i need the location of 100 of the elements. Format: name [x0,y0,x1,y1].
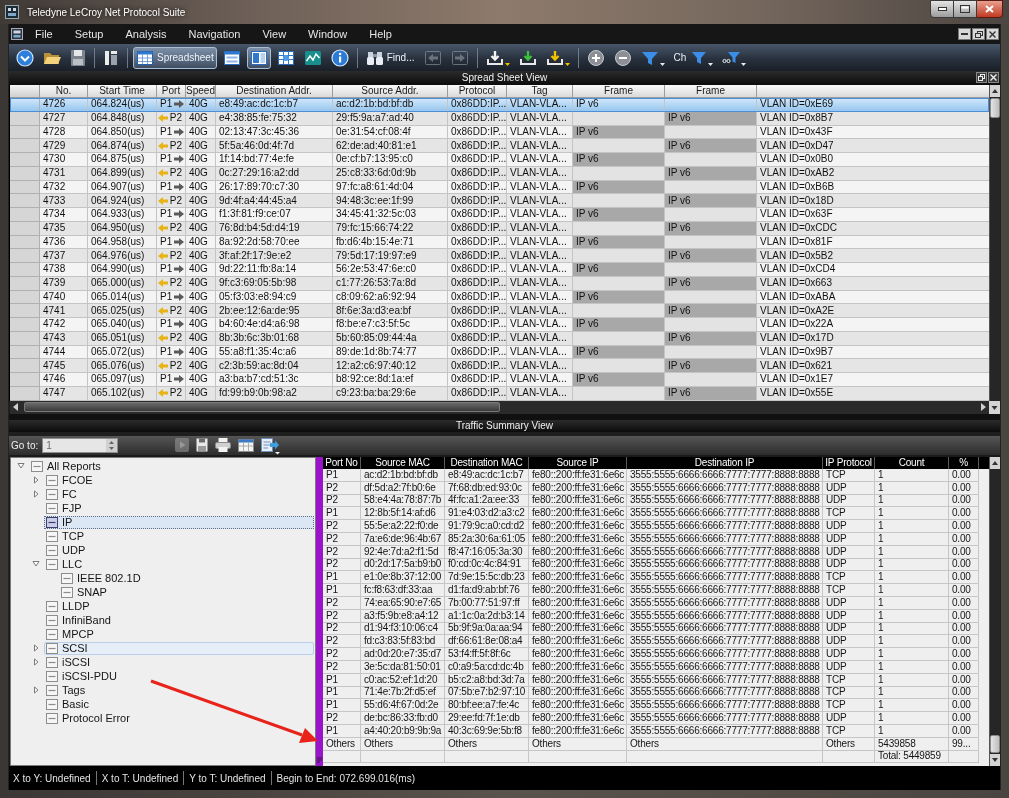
table-cell: fe80::200:ff:fe31:6e6c [529,635,627,649]
table-cell: P1 [323,699,361,713]
printer-icon[interactable] [215,436,232,455]
close-button[interactable] [988,72,999,83]
tree-item[interactable]: FC [44,487,314,501]
menu-item[interactable]: Setup [74,25,104,43]
tree-item[interactable]: IP [44,515,314,529]
spinner-icon[interactable] [106,439,118,452]
caret-down-icon[interactable] [30,560,42,568]
tree-item[interactable]: MPCP [44,627,314,641]
table-row[interactable]: 4742 065.040(us) P1 40G b4:60:4e:d4:a6:98 f8:be:e7:c3:5f:5c 0x86DD:IP... VLAN-VLA... IP v6 VLAN ID=0x22A [10,318,989,332]
table-row[interactable]: 4729 064.874(us) P2 40G 5f:5a:46:0d:4f:7d 62:de:ad:40:81:e1 0x86DD:IP... VLAN-VLA... IP v6 VLAN ID=0xD47 [10,139,989,153]
table-cell: 0.00 [949,635,979,649]
scroll-thumb[interactable] [990,98,1000,118]
menu-item[interactable]: Help [369,25,392,43]
table-cell: 064.990(us) [88,263,157,277]
caret-down-icon[interactable] [15,462,27,470]
menu-item[interactable]: View [262,25,287,43]
table-cell: 065.102(us) [88,386,157,401]
column-header[interactable]: Count [875,457,949,469]
floppy-disk-icon[interactable] [196,436,209,455]
tree-item[interactable]: UDP [44,543,314,557]
table-cell: 53:f4:ff:5f:8f:6c [445,648,529,661]
restore-button[interactable] [972,28,985,40]
table-row[interactable]: 4746 065.097(us) P1 40G a3:ba:b7:cd:51:3c b8:92:ce:8d:1a:ef 0x86DD:IP... VLAN-VLA... IP v6 VLAN ID=0x1E7 [10,373,989,387]
tree-item[interactable]: iSCSI-PDU [44,669,314,683]
table-window-icon [136,48,154,67]
table-cell: VLAN-VLA... [507,98,573,112]
table-cell: 0e:cf:b7:13:95:c0 [333,153,448,167]
column-header[interactable]: Source IP [529,457,627,469]
close-button[interactable] [977,0,1003,18]
tree-item[interactable]: InfiniBand [44,613,314,627]
column-header[interactable]: IP Protocol [823,457,875,469]
table-cell: 25:c8:33:6d:0d:9b [333,166,448,181]
restore-button[interactable] [976,72,987,83]
table-row[interactable]: 4734 064.933(us) P1 40G f1:3f:81:f9:ce:07 34:45:41:32:5c:03 0x86DD:IP... VLAN-VLA... IP v6 VLAN ID=0x63F [10,208,989,222]
status-text: X to T: Undefined [101,771,179,786]
table-cell: TCP [823,571,875,585]
column-header[interactable]: Destination MAC [445,457,529,469]
scroll-down-icon[interactable] [990,754,1000,766]
table-cell: IP v6 [573,153,665,167]
goto-field[interactable]: 1 [42,438,119,453]
tree-item[interactable]: SCSI [44,641,314,655]
table-row[interactable]: 4738 064.990(us) P1 40G 9d:22:11:fb:8a:14 56:2e:53:47:6e:c0 0x86DD:IP... VLAN-VLA... IP v6 VLAN ID=0xCD4 [10,263,989,277]
menu-item[interactable]: Analysis [125,25,167,43]
table-cell: 0.00 [949,520,979,533]
table-row[interactable]: 4737 064.976(us) P2 40G 3f:af:2f:17:9e:e2 79:5d:17:19:97:e9 0x86DD:IP... VLAN-VLA... IP v6 VLAN ID=0x5B2 [10,249,989,263]
column-header[interactable]: Port No [323,457,361,469]
report-icon [46,558,58,570]
tree-item[interactable]: All Reports [29,459,314,473]
split-button[interactable] [246,46,271,69]
column-header[interactable]: Destination IP [627,457,823,469]
table-row[interactable]: 4745 065.076(us) P2 40G c2:3b:59:ac:8d:04 12:a2:c6:97:40:12 0x86DD:IP... VLAN-VLA... IP v6 VLAN ID=0x621 [10,359,989,373]
maximize-button[interactable] [954,0,977,18]
table-cell: 064.824(us) [88,98,157,112]
column-header[interactable]: Source MAC [361,457,445,469]
minimize-button[interactable] [930,0,954,18]
tree-item[interactable]: LLDP [44,599,314,613]
tree-item[interactable]: FJP [44,501,314,515]
table-cell: c0:ac:52:ef:1d:20 [361,673,445,687]
scroll-thumb[interactable] [24,402,500,413]
dropdown-button[interactable] [13,46,37,69]
find-button[interactable]: Find... [362,46,418,69]
table-row[interactable]: 4741 065.025(us) P2 40G 2b:ee:12:6a:de:95 8f:6e:3a:d3:ea:bf 0x86DD:IP... VLAN-VLA... IP v6 VLAN ID=0xA2E [10,304,989,318]
labelfilter-button[interactable]: Ch [670,46,717,69]
tree-item[interactable]: SNAP [59,585,314,599]
spreadsheet-button[interactable]: Spreadsheet [133,46,217,69]
tree-item[interactable]: Basic [44,697,314,711]
close-button[interactable] [986,28,999,40]
table-row[interactable]: 4726 064.824(us) P1 40G e8:49:ac:dc:1c:b7 ac:d2:1b:bd:bf:db 0x86DD:IP... VLAN-VLA... IP v6 VLAN ID=0xE69 [10,98,989,112]
scrollbar[interactable] [989,457,1000,766]
table-cell: 3555:5555:6666:6666:7777:7777:8888:8888 [627,712,823,725]
table-cell: 3555:5555:6666:6666:7777:7777:8888:8888 [627,494,823,508]
tree-item[interactable]: Protocol Error [44,711,314,725]
export-icon[interactable] [261,436,282,455]
port-label: P1 [160,154,173,165]
scroll-thumb[interactable] [990,735,1000,753]
tree-item[interactable]: FCOE [44,473,314,487]
table-icon[interactable] [238,436,255,455]
tree-item[interactable]: IEEE 802.1D [59,571,314,585]
report-icon [46,530,58,542]
tree-item[interactable]: iSCSI [44,655,314,669]
table-cell: 4739 [40,276,88,291]
scroll-down-icon[interactable] [989,400,1000,414]
scroll-up-icon[interactable] [990,457,1000,469]
minimize-button[interactable] [958,28,971,40]
scrollbar[interactable] [989,85,1000,401]
table-cell: 3555:5555:6666:6666:7777:7777:8888:8888 [627,507,823,521]
menu-item[interactable]: Navigation [188,25,241,43]
tree-item[interactable]: Tags [44,683,314,697]
menu-item[interactable]: Window [308,25,348,43]
column-header[interactable]: % [949,457,979,469]
tree-item[interactable]: LLC [44,557,314,571]
scroll-up-icon[interactable] [990,85,1000,97]
table-cell: b4:60:4e:d4:a6:98 [216,318,333,332]
table-cell: 065.051(us) [88,331,157,346]
tree-item[interactable]: TCP [44,529,314,543]
table-row[interactable]: 4730 064.875(us) P1 40G 1f:14:bd:77:4e:fe 0e:cf:b7:13:95:c0 0x86DD:IP... VLAN-VLA... IP v6 VLAN ID=0x0B0 [10,153,989,167]
menu-item[interactable]: File [35,25,53,43]
table-row[interactable]: 4733 064.924(us) P2 40G 9d:4f:a4:44:45:a4 94:48:3c:ee:1f:99 0x86DD:IP... VLAN-VLA... IP v6 VLAN ID=0x18D [10,194,989,208]
